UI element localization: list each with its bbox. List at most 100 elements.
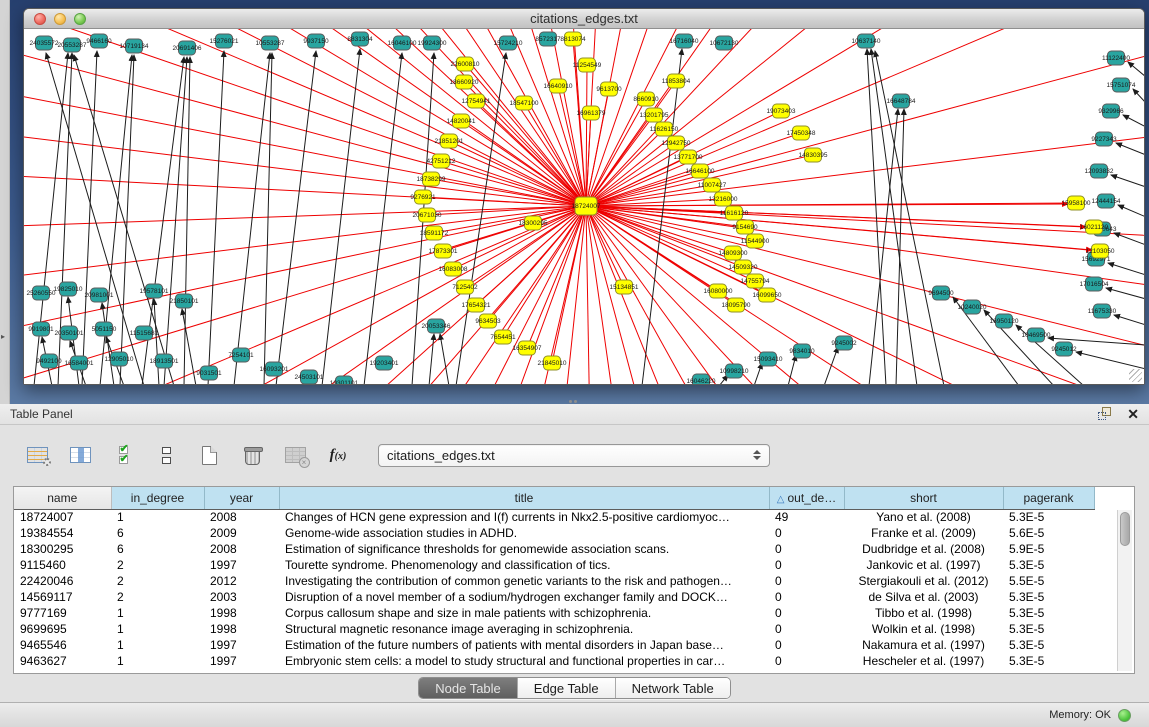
function-builder-icon[interactable]: f(x) bbox=[323, 440, 353, 470]
cell-pagerank[interactable]: 5.3E-5 bbox=[1003, 621, 1094, 637]
network-node[interactable]: 16646100 bbox=[686, 164, 715, 178]
network-window-titlebar[interactable]: citations_edges.txt bbox=[24, 9, 1144, 29]
network-node[interactable]: 9245012 bbox=[1051, 342, 1077, 356]
table-row[interactable]: 977716911998Corpus callosum shape and si… bbox=[14, 605, 1094, 621]
cell-name[interactable]: 22420046 bbox=[14, 573, 111, 589]
network-node[interactable]: 13201795 bbox=[640, 108, 669, 122]
network-node[interactable]: 20691406 bbox=[173, 41, 202, 55]
network-node[interactable]: 14809300 bbox=[719, 246, 748, 260]
table-row[interactable]: 1872400712008Changes of HCN gene express… bbox=[14, 509, 1094, 525]
cell-out_degree[interactable]: 0 bbox=[769, 637, 844, 653]
cell-name[interactable]: 19384554 bbox=[14, 525, 111, 541]
column-header-year[interactable]: year bbox=[204, 487, 279, 509]
cell-name[interactable]: 9115460 bbox=[14, 557, 111, 573]
cell-name[interactable]: 9777169 bbox=[14, 605, 111, 621]
cell-pagerank[interactable]: 5.9E-5 bbox=[1003, 541, 1094, 557]
table-row[interactable]: 1830029562008Estimation of significance … bbox=[14, 541, 1094, 557]
table-row[interactable]: 2242004622012Investigating the contribut… bbox=[14, 573, 1094, 589]
column-header-short[interactable]: short bbox=[844, 487, 1003, 509]
cell-title[interactable]: Structural magnetic resonance image aver… bbox=[279, 621, 769, 637]
cell-short[interactable]: Nakamura et al. (1997) bbox=[844, 637, 1003, 653]
cell-pagerank[interactable]: 5.3E-5 bbox=[1003, 509, 1094, 525]
network-node[interactable]: 10553287 bbox=[256, 36, 285, 50]
delete-column-icon[interactable] bbox=[237, 440, 267, 470]
network-node[interactable]: 20553287 bbox=[58, 38, 87, 52]
tab-edge-table[interactable]: Edge Table bbox=[518, 678, 616, 698]
float-panel-icon[interactable] bbox=[1098, 407, 1113, 421]
cell-title[interactable]: Estimation of the future numbers of pati… bbox=[279, 637, 769, 653]
cell-year[interactable]: 1998 bbox=[204, 605, 279, 621]
cell-in_degree[interactable]: 2 bbox=[111, 589, 204, 605]
network-node[interactable]: 9834010 bbox=[789, 344, 815, 358]
cell-title[interactable]: Changes of HCN gene expression and I(f) … bbox=[279, 509, 769, 525]
network-node[interactable]: 10240020 bbox=[958, 300, 987, 314]
table-row[interactable]: 946362711997Embryonic stem cells: a mode… bbox=[14, 653, 1094, 669]
cell-in_degree[interactable]: 1 bbox=[111, 653, 204, 669]
window-resize-grip[interactable] bbox=[1129, 369, 1142, 382]
cell-year[interactable]: 1997 bbox=[204, 653, 279, 669]
network-node[interactable]: 8660910 bbox=[633, 92, 659, 106]
network-node[interactable]: 10301101 bbox=[330, 376, 359, 384]
network-node[interactable]: 15958100 bbox=[1062, 196, 1091, 210]
cell-out_degree[interactable]: 49 bbox=[769, 509, 844, 525]
network-node[interactable]: 14509320 bbox=[729, 260, 758, 274]
table-selector-dropdown[interactable]: citations_edges.txt bbox=[378, 444, 770, 467]
network-node[interactable]: 13216000 bbox=[709, 192, 738, 206]
unselect-all-columns-icon[interactable] bbox=[151, 440, 181, 470]
select-all-columns-icon[interactable] bbox=[108, 440, 138, 470]
network-node[interactable]: 15751074 bbox=[1107, 78, 1136, 92]
cell-out_degree[interactable]: 0 bbox=[769, 573, 844, 589]
cell-title[interactable]: Disruption of a novel member of a sodium… bbox=[279, 589, 769, 605]
network-node[interactable]: 19203401 bbox=[370, 356, 399, 370]
network-node[interactable]: 9694500 bbox=[928, 286, 954, 300]
cell-year[interactable]: 2008 bbox=[204, 509, 279, 525]
network-canvas[interactable]: 2403557220553287946616010719134206914061… bbox=[24, 29, 1144, 384]
attribute-table[interactable]: namein_degreeyeartitle△out_de…shortpager… bbox=[13, 486, 1135, 674]
network-node[interactable]: 16046220 bbox=[687, 374, 716, 384]
network-node[interactable]: 16716040 bbox=[670, 34, 699, 48]
new-column-icon[interactable] bbox=[194, 440, 224, 470]
network-node[interactable]: 16648784 bbox=[887, 94, 916, 108]
network-node[interactable]: 21845010 bbox=[538, 356, 567, 370]
cell-short[interactable]: Tibbo et al. (1998) bbox=[844, 605, 1003, 621]
network-node[interactable]: 18724007 bbox=[572, 197, 601, 215]
cell-in_degree[interactable]: 6 bbox=[111, 541, 204, 557]
cell-in_degree[interactable]: 1 bbox=[111, 605, 204, 621]
network-node[interactable]: 9466160 bbox=[86, 34, 112, 48]
network-node[interactable]: 12444154 bbox=[1092, 194, 1121, 208]
table-row[interactable]: 946554611997Estimation of the future num… bbox=[14, 637, 1094, 653]
cell-pagerank[interactable]: 5.6E-5 bbox=[1003, 525, 1094, 541]
panel-collapse-arrow[interactable]: ▸ bbox=[1, 332, 5, 341]
network-node[interactable]: 20671030 bbox=[413, 208, 442, 222]
network-node[interactable]: 8572317 bbox=[535, 32, 561, 46]
network-window[interactable]: citations_edges.txt 24035572205532879466… bbox=[23, 8, 1145, 385]
network-node[interactable]: 10469500 bbox=[1022, 328, 1051, 342]
cell-name[interactable]: 14569117 bbox=[14, 589, 111, 605]
cell-out_degree[interactable]: 0 bbox=[769, 557, 844, 573]
network-node[interactable]: 20350101 bbox=[55, 326, 84, 340]
network-node[interactable]: 9492100 bbox=[36, 354, 62, 368]
cell-year[interactable]: 1997 bbox=[204, 637, 279, 653]
table-row[interactable]: 1938455462009Genome-wide association stu… bbox=[14, 525, 1094, 541]
cell-out_degree[interactable]: 0 bbox=[769, 525, 844, 541]
table-scrollbar[interactable] bbox=[1117, 510, 1132, 671]
network-node[interactable]: 17450348 bbox=[787, 126, 816, 140]
cell-year[interactable]: 2012 bbox=[204, 573, 279, 589]
cell-short[interactable]: Dudbridge et al. (2008) bbox=[844, 541, 1003, 557]
network-node[interactable]: 24503101 bbox=[295, 370, 324, 384]
network-node[interactable]: 9245002 bbox=[831, 336, 857, 350]
column-header-in_degree[interactable]: in_degree bbox=[111, 487, 204, 509]
network-node[interactable]: 17654321 bbox=[462, 298, 491, 312]
cell-in_degree[interactable]: 2 bbox=[111, 557, 204, 573]
table-scrollbar-thumb[interactable] bbox=[1120, 512, 1130, 546]
network-node[interactable]: 15276021 bbox=[210, 34, 239, 48]
cell-pagerank[interactable]: 5.3E-5 bbox=[1003, 605, 1094, 621]
cell-year[interactable]: 1997 bbox=[204, 557, 279, 573]
cell-out_degree[interactable]: 0 bbox=[769, 653, 844, 669]
network-node[interactable]: 11853804 bbox=[662, 74, 691, 88]
network-node[interactable]: 14830395 bbox=[799, 148, 828, 162]
cell-title[interactable]: Tourette syndrome. Phenomenology and cla… bbox=[279, 557, 769, 573]
cell-short[interactable]: Franke et al. (2009) bbox=[844, 525, 1003, 541]
cell-name[interactable]: 9463627 bbox=[14, 653, 111, 669]
network-node[interactable]: 9276921 bbox=[410, 190, 436, 204]
